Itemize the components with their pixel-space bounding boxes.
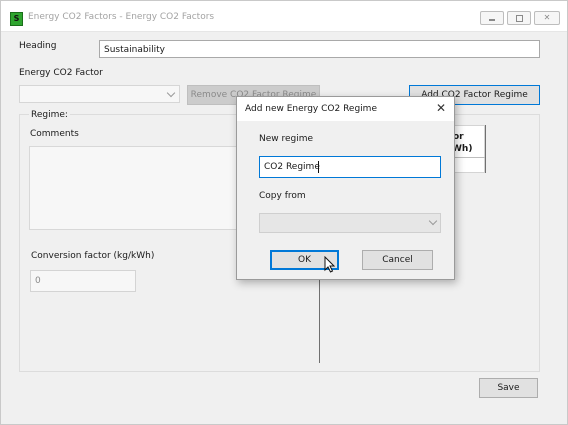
conversion-factor-input[interactable]: 0 xyxy=(30,270,136,292)
window-title: Energy CO2 Factors - Energy CO2 Factors xyxy=(28,12,215,22)
new-regime-value: CO2 Regime xyxy=(264,162,320,172)
dialog-title: Add new Energy CO2 Regime xyxy=(245,104,377,114)
table-header-line2: Wh) xyxy=(452,144,473,154)
title-bar: S Energy CO2 Factors - Energy CO2 Factor… xyxy=(1,1,567,32)
comments-label: Comments xyxy=(30,129,79,139)
table-right-border xyxy=(485,125,486,173)
copy-from-label: Copy from xyxy=(259,191,306,201)
chevron-down-icon xyxy=(166,88,176,98)
add-regime-dialog: Add new Energy CO2 Regime ✕ New regime C… xyxy=(236,96,455,280)
save-button[interactable]: Save xyxy=(479,378,538,398)
copy-from-select[interactable] xyxy=(259,213,441,233)
conversion-factor-label: Conversion factor (kg/kWh) xyxy=(31,251,155,261)
dialog-title-bar: Add new Energy CO2 Regime ✕ xyxy=(237,97,454,121)
cancel-button[interactable]: Cancel xyxy=(362,250,433,270)
mouse-pointer-icon xyxy=(324,256,336,273)
dialog-close-icon[interactable]: ✕ xyxy=(436,102,446,114)
heading-value: Sustainability xyxy=(104,45,165,55)
energy-co2-factor-select[interactable] xyxy=(19,85,180,103)
heading-input[interactable]: Sustainability xyxy=(99,40,540,58)
maximize-button[interactable] xyxy=(507,11,531,25)
conversion-factor-value: 0 xyxy=(35,276,41,286)
energy-co2-factor-label: Energy CO2 Factor xyxy=(19,68,103,78)
close-button[interactable]: ✕ xyxy=(534,11,560,25)
new-regime-input[interactable]: CO2 Regime xyxy=(259,156,441,178)
comments-textarea[interactable] xyxy=(29,146,239,230)
app-icon: S xyxy=(10,12,23,26)
new-regime-label: New regime xyxy=(259,134,314,144)
text-caret xyxy=(318,161,319,173)
heading-label: Heading xyxy=(19,41,57,51)
close-icon: ✕ xyxy=(543,13,551,22)
minimize-button[interactable] xyxy=(480,11,504,25)
regime-group-label: Regime: xyxy=(29,110,70,120)
chevron-down-icon xyxy=(428,216,438,226)
